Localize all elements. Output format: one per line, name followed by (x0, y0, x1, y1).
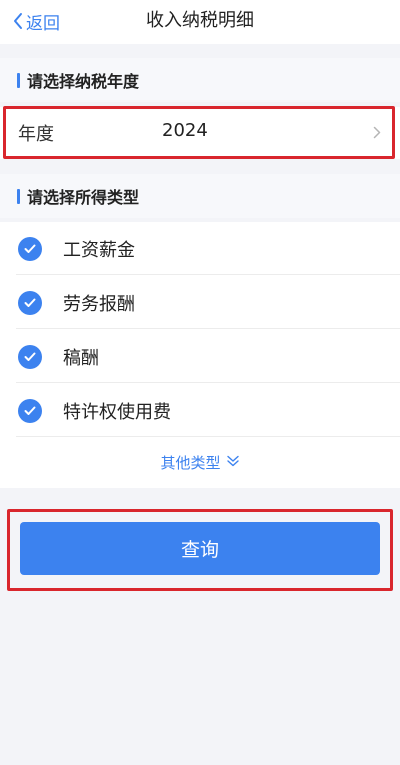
page-title: 收入纳税明细 (146, 10, 254, 31)
chevron-right-icon (373, 124, 381, 143)
checkmark-icon[interactable] (18, 236, 42, 261)
income-type-item[interactable]: 特许权使用费 (16, 384, 400, 437)
query-button[interactable]: 查询 (20, 522, 380, 575)
section-accent-bar (17, 72, 20, 88)
more-types-label: 其他类型 (160, 454, 221, 472)
year-section-heading: 请选择纳税年度 (27, 72, 140, 91)
income-type-label: 特许权使用费 (63, 401, 171, 423)
nav-bar: 返回 收入纳税明细 (0, 0, 400, 44)
type-section-heading: 请选择所得类型 (27, 188, 140, 207)
income-type-item[interactable]: 劳务报酬 (16, 276, 400, 329)
income-type-list: 工资薪金 劳务报酬 稿酬 特许权使用费 (0, 222, 400, 488)
checkmark-icon[interactable] (18, 290, 42, 315)
income-type-label: 工资薪金 (63, 239, 135, 261)
year-label: 年度 (18, 124, 54, 145)
year-section-header: 请选择纳税年度 (0, 58, 400, 102)
type-section-header: 请选择所得类型 (0, 174, 400, 218)
divider (16, 436, 400, 437)
checkmark-icon[interactable] (18, 398, 42, 423)
checkmark-icon[interactable] (18, 344, 42, 369)
double-chevron-down-icon (226, 454, 240, 472)
income-type-label: 劳务报酬 (63, 293, 135, 315)
divider (16, 274, 400, 275)
income-type-item[interactable]: 稿酬 (16, 330, 400, 383)
more-types-toggle[interactable]: 其他类型 (0, 452, 400, 473)
income-type-item[interactable]: 工资薪金 (16, 222, 400, 275)
year-value: 2024 (162, 120, 208, 141)
income-type-label: 稿酬 (63, 347, 99, 369)
divider (16, 328, 400, 329)
section-accent-bar (17, 188, 20, 204)
divider (16, 382, 400, 383)
